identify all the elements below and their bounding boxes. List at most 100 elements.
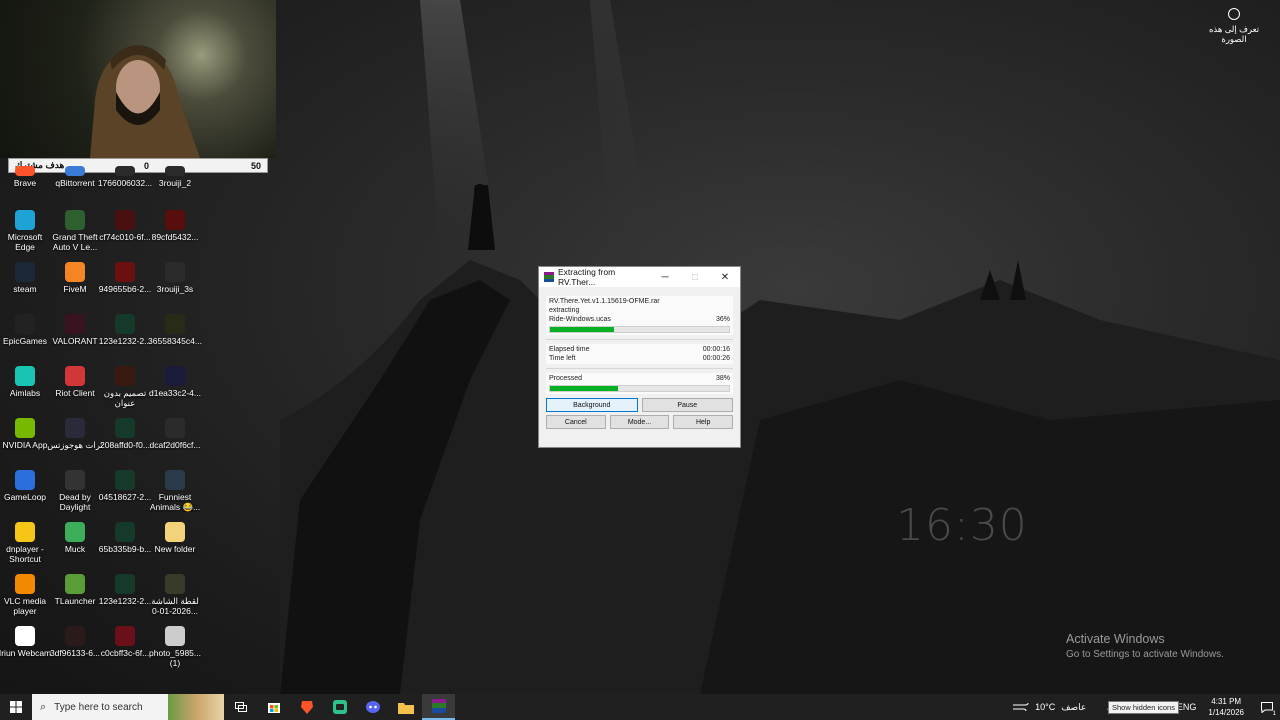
desktop-icon-label: NVIDIA App: [2, 440, 48, 450]
cancel-button[interactable]: Cancel: [546, 415, 606, 429]
winrar-icon: [544, 272, 554, 282]
image-file-icon: [115, 314, 135, 334]
desktop-icon[interactable]: ثرات هوجوزتس: [47, 418, 103, 470]
image-file-icon: [165, 166, 185, 176]
desktop-icon-label: ثرات هوجوزتس: [47, 440, 103, 450]
desktop-icon[interactable]: cf74c010-6f...: [99, 210, 151, 262]
desktop-icon-label: 949655b6-2...: [98, 284, 152, 294]
learn-about-picture[interactable]: تعرف إلى هذه الصورة: [1204, 8, 1264, 44]
desktop-icon[interactable]: 36558345c4...: [148, 314, 202, 366]
desktop-icon[interactable]: Riot Client: [50, 366, 100, 418]
language-indicator[interactable]: ENG: [1177, 702, 1197, 712]
desktop-icon[interactable]: GameLoop: [0, 470, 50, 522]
desktop-icon-label: 3rouiji_2: [158, 178, 192, 188]
desktop-icon[interactable]: Microsoft Edge: [0, 210, 50, 262]
file-progress-bar: [549, 326, 730, 333]
desktop-icon[interactable]: photo_5985... (1): [149, 626, 201, 678]
desktop-icon[interactable]: steam: [0, 262, 50, 314]
image-file-icon: [115, 418, 135, 438]
desktop-icon-label: cf74c010-6f...: [99, 232, 151, 242]
time-left-value: 00:00:26: [702, 355, 730, 362]
desktop-icon[interactable]: 949655b6-2...: [98, 262, 152, 314]
image-file-icon: [165, 262, 185, 282]
desktop-icon-label: EpicGames: [3, 336, 47, 346]
vlc-icon: [15, 574, 35, 594]
desktop-icon[interactable]: Funniest Animals 😂...: [150, 470, 200, 522]
minimize-button[interactable]: ─: [650, 272, 680, 283]
desktop-icon[interactable]: NVIDIA App: [0, 418, 50, 470]
desktop-clock-widget: 16:30: [896, 500, 1028, 551]
desktop-icon[interactable]: Aimlabs: [0, 366, 50, 418]
desktop-icon[interactable]: 123e1232-2...: [99, 314, 151, 366]
desktop-icon-label: 65b335b9-b...: [98, 544, 152, 554]
desktop-icon-label: 04518627-2...: [98, 492, 152, 502]
desktop-icon-label: New folder: [154, 544, 196, 554]
desktop-icon[interactable]: c0cbff3c-6f...: [100, 626, 150, 678]
desktop-icon[interactable]: dnplayer - Shortcut: [0, 522, 50, 574]
pause-button[interactable]: Pause: [641, 398, 733, 412]
weather-wind-icon[interactable]: [1013, 701, 1029, 713]
desktop-icon[interactable]: Iriun Webcam: [0, 626, 51, 678]
microsoft-store-icon[interactable]: [257, 694, 290, 720]
winrar-taskbar-icon[interactable]: [422, 694, 455, 720]
discord-icon[interactable]: [356, 694, 389, 720]
weather-desc[interactable]: عاصف: [1061, 702, 1086, 713]
action-center-button[interactable]: 1: [1254, 694, 1280, 720]
desktop-icon[interactable]: Dead by Daylight: [50, 470, 100, 522]
image-file-icon: [165, 210, 185, 230]
desktop-icon[interactable]: FiveM: [50, 262, 100, 314]
dialog-titlebar[interactable]: Extracting from RV.Ther... ─ □ ✕: [539, 267, 740, 287]
desktop-icon[interactable]: New folder: [150, 522, 200, 574]
gameloop-icon: [15, 470, 35, 490]
time-left-label: Time left: [549, 355, 576, 362]
muck-icon: [65, 522, 85, 542]
desktop-icon[interactable]: 89cfd5432...: [150, 210, 200, 262]
desktop-icon[interactable]: 04518627-2...: [98, 470, 152, 522]
help-button[interactable]: Help: [673, 415, 733, 429]
desktop-icon[interactable]: 3df96133-6...: [50, 626, 100, 678]
task-view-icon[interactable]: [224, 694, 257, 720]
desktop-icon-label: TLauncher: [54, 596, 96, 606]
desktop-icon[interactable]: VLC media player: [0, 574, 50, 626]
taskbar-search[interactable]: ⌕ Type here to search: [32, 694, 224, 720]
close-button[interactable]: ✕: [710, 272, 740, 283]
mode-button[interactable]: Mode...: [609, 415, 670, 429]
image-file-icon: [165, 626, 185, 646]
desktop-icon[interactable]: Grand Theft Auto V Le...: [50, 210, 100, 262]
brave-icon[interactable]: [290, 694, 323, 720]
notification-count: 1: [1272, 711, 1276, 717]
game-icon: [65, 418, 85, 438]
gta-icon: [65, 210, 85, 230]
search-highlight-image: [168, 694, 224, 720]
desktop-icon[interactable]: dcaf2d0f6cf...: [149, 418, 201, 470]
desktop-icon[interactable]: 123e1232-2...: [99, 574, 151, 626]
clock[interactable]: 4:31 PM 1/14/2026: [1208, 696, 1244, 718]
background-button[interactable]: Background: [546, 398, 638, 412]
image-file-icon: [65, 626, 85, 646]
desktop-icon[interactable]: Muck: [50, 522, 100, 574]
start-button[interactable]: [0, 694, 32, 720]
current-file: Ride-Windows.ucas: [549, 316, 611, 323]
desktop-icon[interactable]: d1ea33c2-4...: [149, 366, 201, 418]
desktop-icon[interactable]: EpicGames: [0, 314, 50, 366]
extraction-dialog: Extracting from RV.Ther... ─ □ ✕ RV.Ther…: [538, 266, 741, 448]
desktop-icon[interactable]: VALORANT: [50, 314, 100, 366]
image-file-icon: [165, 574, 185, 594]
search-placeholder: Type here to search: [54, 701, 143, 713]
epic-games-icon: [15, 314, 35, 334]
file-explorer-icon[interactable]: [389, 694, 422, 720]
camera-icon: [1228, 8, 1240, 20]
archive-name: RV.There.Yet.v1.1.15619-OFME.rar: [549, 298, 660, 305]
maximize-button: □: [691, 271, 699, 283]
dbd-icon: [65, 470, 85, 490]
weather-temp[interactable]: 10°C: [1035, 702, 1055, 712]
desktop-icon[interactable]: TLauncher: [50, 574, 100, 626]
search-icon: ⌕: [40, 700, 47, 713]
desktop-icon[interactable]: 208affd0-f0...: [100, 418, 150, 470]
desktop-icon[interactable]: تصميم بدون عنوان: [100, 366, 150, 418]
desktop-icon[interactable]: 3rouiji_3s: [150, 262, 200, 314]
desktop-icon[interactable]: 65b335b9-b...: [98, 522, 152, 574]
desktop-icon[interactable]: لقطة الشاشة 2026-01-0...: [150, 574, 200, 626]
chat-app-icon[interactable]: [323, 694, 356, 720]
taskbar: ⌕ Type here to search 10°C عاصف ∧ ENG 4:…: [0, 694, 1280, 720]
